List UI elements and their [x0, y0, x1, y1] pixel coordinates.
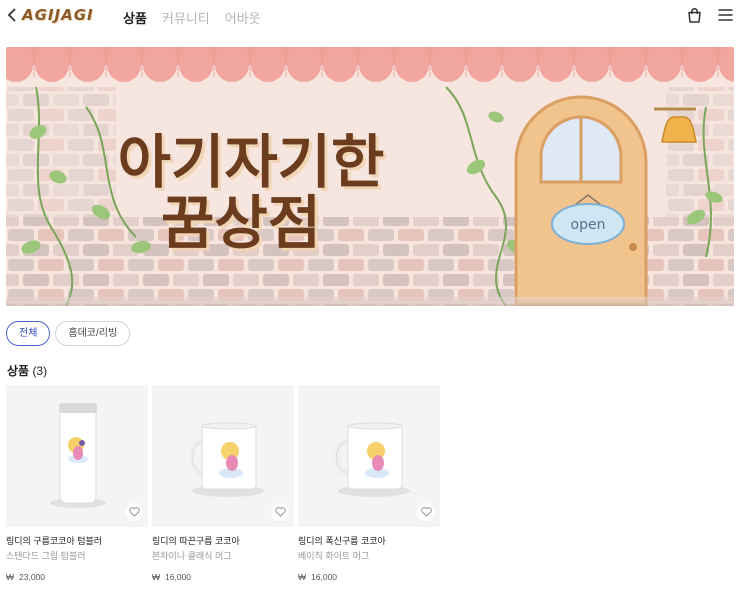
- chevron-left-icon: [7, 8, 16, 22]
- hero-banner[interactable]: open 아기자기한 아기자기한 꿈상점 꿈상점: [6, 47, 734, 306]
- product-image[interactable]: [152, 385, 294, 527]
- main-nav: 상품 커뮤니티 어바웃: [123, 8, 261, 27]
- product-image[interactable]: [298, 385, 440, 527]
- filter-chip-all[interactable]: 전체: [6, 321, 51, 346]
- menu-icon[interactable]: [718, 8, 733, 27]
- currency-symbol: ₩: [6, 572, 15, 582]
- product-card[interactable]: 링디의 폭신구름 코코아 베이직 화이트 머그 ₩16,000: [298, 385, 440, 582]
- category-filters: 전체 홈데코/리빙: [6, 321, 131, 346]
- product-subtitle: 본차이나 클래식 머그: [152, 551, 232, 561]
- filter-chip-home-deco[interactable]: 홈데코/리빙: [55, 321, 131, 346]
- nav-tab-community[interactable]: 커뮤니티: [162, 8, 210, 27]
- nav-tab-about[interactable]: 어바웃: [225, 8, 261, 27]
- products-section-title: 상품 (3): [7, 362, 47, 379]
- currency-symbol: ₩: [152, 572, 161, 582]
- product-subtitle: 베이직 화이트 머그: [298, 551, 370, 561]
- shopping-bag-icon[interactable]: [686, 7, 703, 29]
- product-image[interactable]: [6, 385, 148, 527]
- banner-title-line1: 아기자기한: [118, 128, 385, 196]
- top-header: AGIJAGI 상품 커뮤니티 어바웃: [0, 0, 740, 34]
- back-button[interactable]: [7, 8, 16, 26]
- product-name[interactable]: 링디의 폭신구름 코코아: [298, 534, 440, 547]
- product-name[interactable]: 링디의 따끈구름 코코아: [152, 534, 294, 547]
- product-name[interactable]: 링디의 구름코코아 텀블러: [6, 534, 148, 547]
- price-value: 16,000: [311, 572, 338, 582]
- nav-tab-products[interactable]: 상품: [123, 8, 147, 27]
- product-card[interactable]: 링디의 구름코코아 텀블러 스탠다드 그립 텀블러 ₩23,000: [6, 385, 148, 582]
- heart-icon: [420, 507, 432, 517]
- heart-icon: [274, 507, 286, 517]
- awning: [6, 48, 734, 82]
- wishlist-button[interactable]: [125, 503, 143, 521]
- open-sign-text: open: [571, 217, 606, 233]
- heart-icon: [128, 507, 140, 517]
- wishlist-button[interactable]: [417, 503, 435, 521]
- price-value: 16,000: [165, 572, 192, 582]
- product-grid: 링디의 구름코코아 텀블러 스탠다드 그립 텀블러 ₩23,000 링디의 따끈…: [6, 385, 440, 582]
- banner-illustration: open 아기자기한 아기자기한 꿈상점 꿈상점: [6, 47, 734, 306]
- price-value: 23,000: [19, 572, 46, 582]
- brand-logo[interactable]: AGIJAGI: [22, 6, 94, 24]
- product-card[interactable]: 링디의 따끈구름 코코아 본차이나 클래식 머그 ₩16,000: [152, 385, 294, 582]
- product-subtitle: 스탠다드 그립 텀블러: [6, 551, 86, 561]
- section-count: (3): [32, 364, 48, 378]
- product-price: ₩16,000: [298, 572, 440, 582]
- currency-symbol: ₩: [298, 572, 307, 582]
- door: [514, 95, 648, 306]
- banner-title-line2: 꿈상점: [161, 189, 321, 257]
- product-price: ₩16,000: [152, 572, 294, 582]
- section-title-label: 상품: [7, 364, 30, 378]
- product-price: ₩23,000: [6, 572, 148, 582]
- wishlist-button[interactable]: [271, 503, 289, 521]
